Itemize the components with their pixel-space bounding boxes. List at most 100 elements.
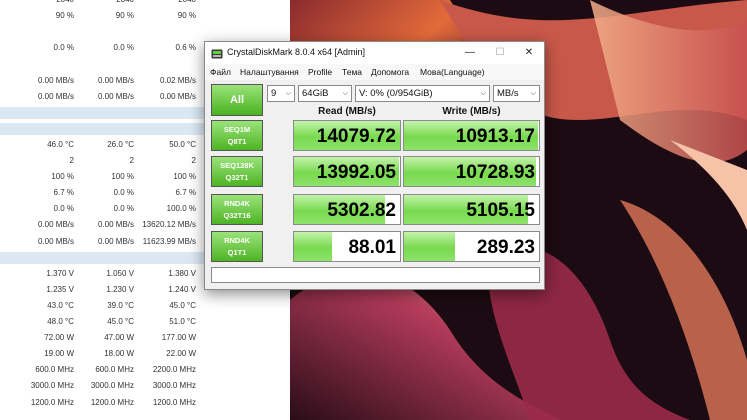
- sensor-value: 0.00 MB/s: [97, 91, 134, 101]
- sensor-value: 90 %: [177, 11, 196, 21]
- sensor-value: 72.00 W: [44, 333, 74, 343]
- drive-select[interactable]: V: 0% (0/954GiB) ⌵: [355, 85, 490, 102]
- sensor-row: 3000.0 MHz 3000.0 MHz 3000.0 MHz: [0, 380, 290, 392]
- sensor-value: 50.0 °C: [169, 139, 196, 149]
- sensor-value: 0.0 %: [53, 43, 74, 53]
- sensor-row: 1200.0 MHz 1200.0 MHz 1200.0 MHz: [0, 397, 290, 409]
- test-button-rnd4k-q1t1[interactable]: RND4K Q1T1: [211, 231, 263, 262]
- read-result-cell: 14079.72: [293, 120, 401, 151]
- test-params: Q32T16: [223, 211, 251, 220]
- sensor-value: 1.380 V: [168, 268, 196, 278]
- write-column-header: Write (MB/s): [442, 106, 501, 117]
- title-bar[interactable]: CrystalDiskMark 8.0.4 x64 [Admin] — ☐ ✕: [205, 42, 544, 64]
- sensor-value: 6.7 %: [53, 188, 74, 198]
- chevron-down-icon: ⌵: [342, 90, 348, 97]
- sensor-value: 3000.0 MHz: [30, 381, 74, 391]
- test-params: Q32T1: [225, 173, 249, 182]
- menu-language[interactable]: Мова(Language): [420, 67, 485, 77]
- sensor-value: 90 %: [115, 11, 134, 21]
- menu-settings[interactable]: Налаштування: [240, 67, 299, 77]
- sensor-value: 26.0 °C: [107, 139, 134, 149]
- sensor-value: 0.00 MB/s: [97, 236, 134, 246]
- sensor-value: 0.00 MB/s: [97, 75, 134, 85]
- test-name: RND4K: [224, 236, 250, 245]
- read-result-bar: [294, 232, 333, 261]
- sensor-row: 600.0 MHz 600.0 MHz 2200.0 MHz: [0, 364, 290, 376]
- maximize-button[interactable]: ☐: [485, 42, 515, 64]
- read-result-value: 13992.05: [316, 162, 396, 183]
- sensor-value: 1.050 V: [106, 268, 134, 278]
- run-all-button[interactable]: All: [211, 84, 263, 116]
- sensor-value: 1.240 V: [168, 284, 196, 294]
- sensor-row: 19.00 W 18.00 W 22.00 W: [0, 348, 290, 360]
- sensor-value: 0.00 MB/s: [97, 220, 134, 230]
- close-button[interactable]: ✕: [514, 42, 544, 64]
- sensor-value: 1.235 V: [46, 284, 74, 294]
- test-size-select[interactable]: 64GiB ⌵: [298, 85, 352, 102]
- menu-bar: Файл Налаштування Profile Тема Допомога …: [205, 64, 544, 80]
- sensor-row: 204020402040: [0, 0, 290, 6]
- sensor-value: 19.00 W: [44, 349, 74, 359]
- sensor-value: 2040: [70, 0, 134, 4]
- chevron-down-icon: ⌵: [285, 90, 291, 97]
- sensor-value: 0.0 %: [113, 43, 134, 53]
- write-result-value: 10913.17: [455, 126, 535, 147]
- test-button-seq128k-q32t1[interactable]: SEQ128K Q32T1: [211, 156, 263, 187]
- minimize-button[interactable]: —: [455, 42, 485, 64]
- sensor-value: 1.370 V: [46, 268, 74, 278]
- sensor-value: 100.0 %: [166, 204, 196, 214]
- write-result-value: 10728.93: [455, 162, 535, 183]
- sensor-value: 2040: [10, 0, 74, 4]
- sensor-value: 39.0 °C: [107, 300, 134, 310]
- chevron-down-icon: ⌵: [480, 90, 486, 97]
- sensor-value: 0.00 MB/s: [37, 236, 74, 246]
- sensor-value: 0.00 MB/s: [37, 75, 74, 85]
- sensor-value: 1200.0 MHz: [30, 397, 74, 407]
- unit-value: MB/s: [497, 88, 519, 99]
- sensor-value: 177.00 W: [161, 333, 196, 343]
- menu-file[interactable]: Файл: [210, 67, 231, 77]
- sensor-value: 6.7 %: [175, 188, 196, 198]
- sensor-value: 11623.99 MB/s: [142, 236, 196, 246]
- sensor-value: 13620.12 MB/s: [142, 220, 196, 230]
- test-params: Q8T1: [227, 137, 247, 146]
- sensor-value: 1200.0 MHz: [90, 397, 134, 407]
- test-size-value: 64GiB: [302, 88, 329, 99]
- unit-select[interactable]: MB/s ⌵: [493, 85, 540, 102]
- sensor-value: 0.0 %: [113, 188, 134, 198]
- comment-input[interactable]: [211, 267, 540, 283]
- sensor-value: 3000.0 MHz: [90, 381, 134, 391]
- sensor-value: 22.00 W: [166, 349, 196, 359]
- read-result-value: 14079.72: [316, 126, 396, 147]
- sensor-value: 600.0 MHz: [95, 365, 134, 375]
- sensor-value: 48.0 °C: [47, 317, 74, 326]
- sensor-value: 45.0 °C: [107, 317, 134, 326]
- read-result-cell: 13992.05: [293, 156, 401, 187]
- sensor-value: 0.00 MB/s: [159, 91, 196, 101]
- write-result-cell: 289.23: [403, 231, 540, 262]
- write-result-cell: 10728.93: [403, 156, 540, 187]
- sensor-value: 100 %: [51, 172, 74, 182]
- sensor-value: 47.00 W: [104, 333, 134, 343]
- test-params: Q1T1: [227, 248, 247, 257]
- sensor-value: 1.230 V: [106, 284, 134, 294]
- test-button-rnd4k-q32t16[interactable]: RND4K Q32T16: [211, 194, 263, 225]
- test-button-seq1m-q8t1[interactable]: SEQ1M Q8T1: [211, 120, 263, 151]
- menu-theme[interactable]: Тема: [342, 67, 362, 77]
- test-count-select[interactable]: 9 ⌵: [267, 85, 295, 102]
- test-count-value: 9: [271, 88, 277, 99]
- sensor-value: 90 %: [55, 11, 74, 21]
- sensor-value: 2: [129, 156, 134, 165]
- menu-help[interactable]: Допомога: [371, 67, 409, 77]
- sensor-value: 45.0 °C: [169, 300, 196, 310]
- menu-profile[interactable]: Profile: [308, 67, 332, 77]
- sensor-row: 72.00 W 47.00 W 177.00 W: [0, 332, 290, 344]
- sensor-value: 0.6 %: [175, 43, 196, 53]
- sensor-value: 2040: [132, 0, 196, 4]
- read-result-cell: 5302.82: [293, 194, 401, 225]
- sensor-value: 0.0 %: [113, 204, 134, 214]
- crystaldiskmark-window: CrystalDiskMark 8.0.4 x64 [Admin] — ☐ ✕ …: [204, 41, 545, 290]
- sensor-value: 1200.0 MHz: [152, 397, 196, 407]
- sensor-value: 18.00 W: [104, 349, 134, 359]
- drive-value: V: 0% (0/954GiB): [359, 88, 433, 99]
